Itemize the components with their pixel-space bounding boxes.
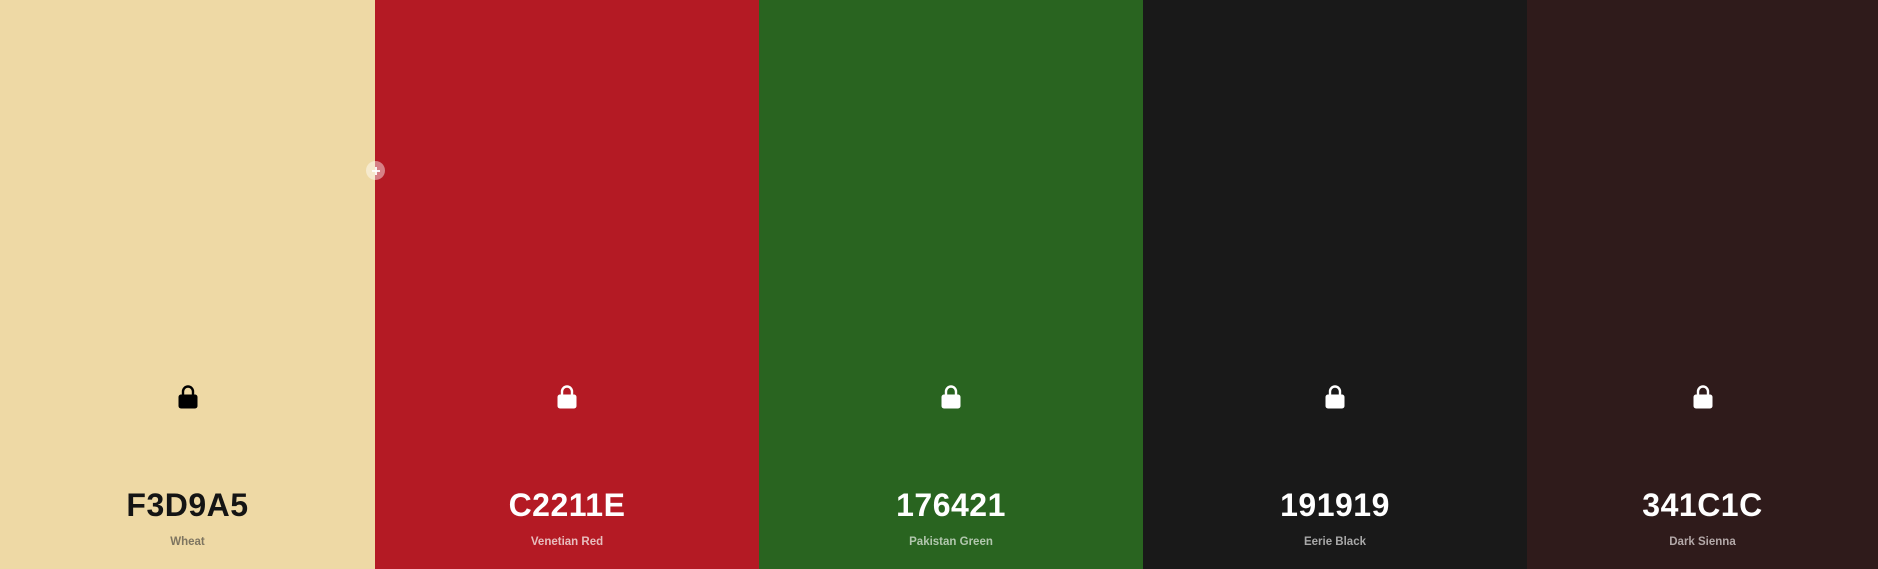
lock-button-4[interactable] [1321, 383, 1349, 411]
hex-code-4[interactable]: 191919 [1143, 487, 1527, 524]
color-name-2: Venetian Red [530, 536, 604, 548]
lock-icon [1325, 385, 1345, 409]
lock-icon [941, 385, 961, 409]
color-swatch-2[interactable]: C2211E Venetian Red [375, 0, 759, 569]
color-palette: F3D9A5 Wheat C2211E Venetian Red 176421 … [0, 0, 1878, 569]
lock-button-3[interactable] [937, 383, 965, 411]
lock-icon [178, 385, 197, 409]
lock-button-1[interactable] [174, 383, 202, 411]
hex-code-5[interactable]: 341C1C [1527, 487, 1878, 524]
color-swatch-4[interactable]: 191919 Eerie Black [1143, 0, 1527, 569]
hex-code-2[interactable]: C2211E [375, 487, 759, 524]
color-swatch-3[interactable]: 176421 Pakistan Green [759, 0, 1143, 569]
color-name-5: Dark Sienna [1669, 536, 1736, 548]
plus-icon [371, 166, 380, 175]
lock-button-5[interactable] [1689, 383, 1717, 411]
lock-icon [1693, 385, 1712, 409]
color-swatch-5[interactable]: 341C1C Dark Sienna [1527, 0, 1878, 569]
lock-icon [557, 385, 577, 409]
color-name-4: Eerie Black [1303, 536, 1366, 548]
hex-code-3[interactable]: 176421 [759, 487, 1143, 524]
color-swatch-1[interactable]: F3D9A5 Wheat [0, 0, 375, 569]
lock-button-2[interactable] [553, 383, 581, 411]
hex-code-1[interactable]: F3D9A5 [0, 487, 375, 524]
color-name-3: Pakistan Green [909, 536, 993, 548]
add-color-button[interactable] [366, 161, 385, 180]
color-name-1: Wheat [170, 536, 205, 548]
